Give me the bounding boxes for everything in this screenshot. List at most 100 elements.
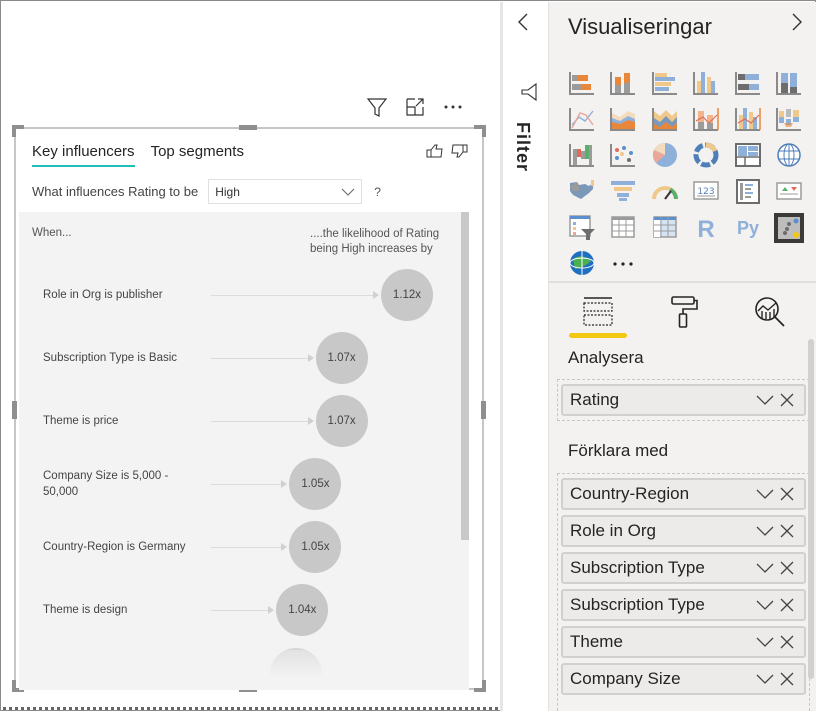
visual-clustered-column-chart[interactable]	[686, 66, 728, 102]
thumbs-down-icon[interactable]	[450, 143, 468, 163]
funnel-icon	[611, 181, 636, 201]
key-influencers-visual[interactable]: Key influencers Top segments What influe…	[12, 125, 486, 692]
influencer-row[interactable]: Country-Region is Germany 1.05x	[19, 521, 459, 573]
visual-scatter-chart[interactable]	[603, 138, 645, 174]
resize-handle-bottom-right[interactable]	[482, 680, 486, 692]
filter-funnel-icon[interactable]	[520, 82, 538, 106]
visual-arcgis-map[interactable]	[561, 246, 603, 282]
remove-field-icon[interactable]	[776, 668, 798, 690]
visual-waterfall-chart[interactable]	[561, 138, 603, 174]
pane-scrollbar[interactable]	[808, 339, 814, 679]
focus-mode-icon[interactable]	[402, 94, 428, 120]
visual-donut-chart[interactable]	[686, 138, 728, 174]
tab-top-segments[interactable]: Top segments	[151, 143, 244, 167]
resize-handle-left[interactable]	[12, 401, 17, 419]
chevron-down-icon[interactable]	[754, 483, 776, 505]
resize-handle-bottom-left[interactable]	[12, 680, 16, 692]
visual-table[interactable]	[603, 210, 645, 246]
visual-card[interactable]: 123	[686, 174, 728, 210]
resize-handle-top[interactable]	[239, 125, 257, 130]
visual-pie-chart[interactable]	[644, 138, 686, 174]
remove-field-icon[interactable]	[776, 557, 798, 579]
field-name: Role in Org	[570, 521, 656, 540]
visual-slicer[interactable]	[561, 210, 603, 246]
field-chip[interactable]: Role in Org	[561, 515, 806, 547]
influencer-bubble[interactable]: 1.04x	[276, 584, 329, 636]
visual-more-visuals[interactable]	[603, 246, 645, 282]
visual-gauge[interactable]	[644, 174, 686, 210]
visual-funnel[interactable]	[603, 174, 645, 210]
chevron-down-icon[interactable]	[754, 557, 776, 579]
influencer-row[interactable]: Theme is design 1.04x	[19, 584, 459, 636]
filter-icon[interactable]	[364, 94, 390, 120]
field-chip[interactable]: Subscription Type	[561, 552, 806, 584]
influencers-list: When... ....the likelihood of Rating bei…	[19, 212, 469, 690]
visual-100-stacked-bar-chart[interactable]	[727, 66, 769, 102]
remove-field-icon[interactable]	[776, 389, 798, 411]
visual-line-chart[interactable]	[561, 102, 603, 138]
visual-clustered-bar-chart[interactable]	[644, 66, 686, 102]
rating-value-dropdown[interactable]: High	[208, 179, 363, 204]
format-tab[interactable]	[653, 294, 715, 338]
field-chip[interactable]: Company Size	[561, 663, 806, 695]
visual-100-stacked-column-chart[interactable]	[769, 66, 811, 102]
analyze-well[interactable]: Rating	[557, 379, 810, 421]
chevron-down-icon[interactable]	[754, 631, 776, 653]
remove-field-icon[interactable]	[776, 631, 798, 653]
chevron-right-icon[interactable]	[790, 12, 804, 37]
visual-header	[364, 94, 466, 120]
chevron-left-icon[interactable]	[516, 12, 530, 37]
tab-key-influencers[interactable]: Key influencers	[32, 143, 135, 167]
visual-key-influencers[interactable]	[769, 210, 811, 246]
remove-field-icon[interactable]	[776, 520, 798, 542]
visual-line-and-clustered-column-chart[interactable]	[727, 102, 769, 138]
remove-field-icon[interactable]	[776, 594, 798, 616]
influencer-row[interactable]: Role in Org is publisher 1.12x	[19, 269, 459, 321]
help-icon[interactable]: ?	[374, 185, 381, 199]
visual-map[interactable]	[769, 138, 811, 174]
field-chip[interactable]: Subscription Type	[561, 589, 806, 621]
explain-by-well[interactable]: Country-Region Role in Org Subscription Ty…	[557, 473, 810, 711]
visual-multi-row-card[interactable]	[727, 174, 769, 210]
likelihood-header-line2: being High increases by	[310, 243, 433, 255]
field-chip[interactable]: Rating	[561, 384, 806, 416]
visual-python-visual[interactable]: Py	[727, 210, 769, 246]
analytics-tab[interactable]	[739, 294, 801, 338]
resize-handle-right[interactable]	[481, 401, 486, 419]
visual-kpi[interactable]	[769, 174, 811, 210]
influencer-arrow-line	[211, 421, 308, 422]
visual-treemap[interactable]	[727, 138, 769, 174]
field-chip[interactable]: Country-Region	[561, 478, 806, 510]
influencer-bubble[interactable]: 1.05x	[289, 458, 342, 510]
influencer-bubble[interactable]: 1.07x	[315, 332, 368, 384]
visual-stacked-bar-chart[interactable]	[561, 66, 603, 102]
filter-pane-label[interactable]: Filter	[512, 122, 533, 172]
influencer-bubble[interactable]: 1.12x	[381, 269, 433, 321]
chevron-down-icon[interactable]	[754, 520, 776, 542]
resize-handle-top-right[interactable]	[482, 125, 486, 137]
visual-r-script-visual[interactable]: R	[686, 210, 728, 246]
fields-tab[interactable]	[567, 294, 629, 338]
influencer-row[interactable]: Subscription Type is Basic 1.07x	[19, 332, 459, 384]
field-chip[interactable]: Theme	[561, 626, 806, 658]
influencer-bubble[interactable]: 1.05x	[289, 521, 342, 573]
visual-ribbon-chart[interactable]	[769, 102, 811, 138]
chevron-down-icon[interactable]	[754, 594, 776, 616]
visual-matrix[interactable]	[644, 210, 686, 246]
chevron-down-icon[interactable]	[754, 389, 776, 411]
visual-filled-map[interactable]	[561, 174, 603, 210]
remove-field-icon[interactable]	[776, 483, 798, 505]
visual-area-chart[interactable]	[603, 102, 645, 138]
more-options-icon[interactable]	[440, 94, 466, 120]
thumbs-up-icon[interactable]	[426, 143, 444, 163]
influencer-row[interactable]: Company Size is 5,000 - 50,000 1.05x	[19, 458, 459, 510]
visual-stacked-area-chart[interactable]	[644, 102, 686, 138]
resize-handle-top-left[interactable]	[12, 125, 16, 137]
influencers-scrollbar[interactable]	[461, 212, 469, 540]
feedback-buttons	[426, 143, 468, 163]
influencer-bubble[interactable]: 1.07x	[315, 395, 368, 447]
visual-line-and-stacked-column-chart[interactable]	[686, 102, 728, 138]
chevron-down-icon[interactable]	[754, 668, 776, 690]
visual-stacked-column-chart[interactable]	[603, 66, 645, 102]
influencer-row[interactable]: Theme is price 1.07x	[19, 395, 459, 447]
